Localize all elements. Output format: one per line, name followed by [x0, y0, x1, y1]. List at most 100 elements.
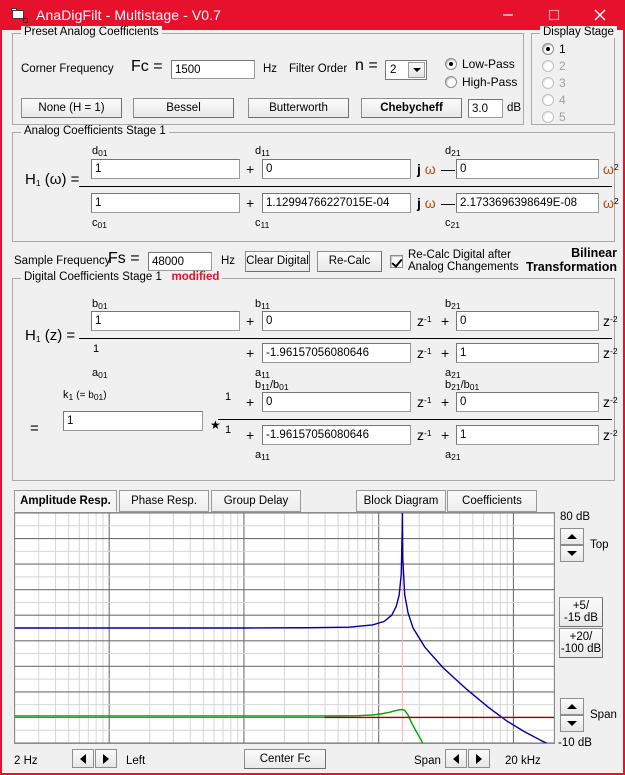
- recalc-button[interactable]: Re-Calc: [317, 251, 382, 272]
- display-stage-option-2-label: 2: [559, 59, 566, 73]
- digital-norm-num-z2: z-2: [603, 394, 618, 410]
- digital-b21-input[interactable]: 0: [456, 311, 599, 331]
- digital-a01-label: a01: [92, 367, 108, 380]
- radio-dot-icon: [542, 94, 554, 106]
- digital-norm-den-z2: z-2: [603, 427, 618, 443]
- analog-c21-input[interactable]: 2.1733696398649E-08: [456, 193, 599, 213]
- span-increase-button[interactable]: [468, 749, 490, 768]
- clear-digital-button[interactable]: Clear Digital: [245, 251, 310, 272]
- preset-butterworth-button[interactable]: Butterworth: [248, 98, 349, 118]
- digital-norm-num-plus-1: +: [246, 394, 255, 410]
- digital-b11-input[interactable]: 0: [262, 311, 411, 331]
- digital-group-label: Digital Coefficients Stage 1 modified: [21, 271, 223, 283]
- digital-norm-fraction-bar: [218, 419, 612, 420]
- zoom-preset-5-15-button[interactable]: +5/-15 dB: [559, 597, 603, 627]
- digital-multiply-sign: ★: [210, 418, 221, 432]
- left-scroll-forward-button[interactable]: [95, 749, 117, 768]
- digital-norm-num-one: 1: [225, 391, 232, 403]
- digital-a11-input[interactable]: -1.96157056080646: [262, 343, 411, 363]
- top-spinner[interactable]: [560, 528, 584, 562]
- radio-dot-icon: [542, 111, 554, 123]
- digital-norm-a21-input[interactable]: 1: [456, 425, 599, 445]
- tab-phase-resp[interactable]: Phase Resp.: [119, 490, 209, 512]
- preset-bessel-button[interactable]: Bessel: [133, 98, 234, 118]
- recalc-after-changes-checkbox[interactable]: [390, 255, 403, 268]
- digital-norm-num-z1: z-1: [417, 394, 432, 410]
- display-stage-label: Display Stage: [540, 26, 617, 38]
- analog-d21-input[interactable]: 0: [456, 159, 599, 179]
- digital-b01-input[interactable]: 1: [91, 311, 240, 331]
- analog-d01-input[interactable]: 1: [91, 159, 240, 179]
- analog-d01-label: d01: [92, 145, 108, 158]
- analog-coefficients-group: Analog Coefficients Stage 1 H1 (ω) = d01…: [12, 125, 619, 242]
- digital-norm-a21-label: a21: [445, 449, 461, 462]
- tab-block-diagram[interactable]: Block Diagram: [356, 490, 446, 512]
- center-fc-button[interactable]: Center Fc: [244, 749, 326, 769]
- tab-amplitude-resp[interactable]: Amplitude Resp.: [14, 490, 117, 512]
- display-stage-option-1[interactable]: 1: [542, 42, 566, 56]
- radio-dot-icon: [542, 77, 554, 89]
- analog-den-plus-op: +: [246, 195, 255, 211]
- recalc-checkbox-label-line1: Re-Calc Digital after: [408, 249, 511, 261]
- top-spinner-up[interactable]: [560, 528, 584, 545]
- amplitude-response-plot[interactable]: [14, 512, 555, 744]
- digital-modified-badge: modified: [171, 271, 220, 283]
- span-spinner[interactable]: [560, 698, 584, 732]
- digital-transfer-function-label: H1 (z) =: [25, 327, 76, 344]
- radio-high-pass[interactable]: High-Pass: [445, 75, 517, 89]
- tab-group-delay[interactable]: Group Delay: [211, 490, 301, 512]
- digital-k1-input[interactable]: 1: [63, 411, 203, 431]
- analog-c11-input[interactable]: 1.12994766227015E-04: [262, 193, 411, 213]
- analog-d21-label: d21: [445, 145, 461, 158]
- digital-num-plus-1: +: [246, 313, 255, 329]
- digital-den-z1: z-1: [417, 345, 432, 361]
- left-scroll-back-button[interactable]: [72, 749, 94, 768]
- digital-norm-a11-input[interactable]: -1.96157056080646: [262, 425, 411, 445]
- analog-num-minus-op: —: [441, 161, 455, 177]
- filter-order-label: Filter Order: [289, 63, 348, 75]
- digital-coefficients-group: Digital Coefficients Stage 1 modified H1…: [12, 271, 618, 481]
- digital-a21-input[interactable]: 1: [456, 343, 599, 363]
- analog-c01-input[interactable]: 1: [91, 193, 240, 213]
- radio-low-pass-label: Low-Pass: [462, 57, 515, 71]
- digital-num-z1: z-1: [417, 313, 432, 329]
- digital-norm-den-plus-2: +: [441, 427, 450, 443]
- fc-input[interactable]: 1500: [171, 60, 255, 79]
- plot-top-value: 80 dB: [560, 511, 591, 523]
- analog-c11-label: c11: [255, 217, 270, 230]
- digital-norm-a11-label: a11: [255, 449, 270, 462]
- analog-d11-label: d11: [255, 145, 270, 158]
- fc-symbol: Fc =: [131, 58, 163, 75]
- sample-frequency-label: Sample Frequency: [14, 255, 111, 267]
- digital-norm-b11b01-input[interactable]: 0: [262, 392, 411, 412]
- digital-num-z2: z-2: [603, 313, 618, 329]
- preset-chebycheff-button[interactable]: Chebycheff: [361, 98, 462, 118]
- tab-coefficients[interactable]: Coefficients: [447, 490, 537, 512]
- plot-bottom-value: -10 dB: [558, 737, 592, 749]
- minimize-button[interactable]: [485, 0, 531, 30]
- status-span-label: Span: [414, 755, 441, 767]
- ripple-db-input[interactable]: 3.0: [468, 99, 503, 118]
- fs-unit-label: Hz: [221, 255, 236, 267]
- digital-b21-over-b01-label: b21/b01: [445, 379, 480, 392]
- digital-norm-b21b01-input[interactable]: 0: [456, 392, 599, 412]
- filter-order-value: 2: [390, 64, 397, 76]
- display-stage-option-3: 3: [542, 76, 566, 90]
- plot-top-label: Top: [590, 539, 609, 551]
- filter-order-select[interactable]: 2: [385, 60, 427, 80]
- digital-b01-label: b01: [92, 298, 108, 311]
- chevron-down-icon[interactable]: [408, 62, 425, 78]
- top-spinner-down[interactable]: [560, 545, 584, 562]
- fs-input[interactable]: 48000: [148, 252, 212, 271]
- n-symbol: n =: [355, 57, 378, 74]
- preset-none-button[interactable]: None (H = 1): [21, 98, 122, 118]
- zoom-preset-20-100-button[interactable]: +20/-100 dB: [559, 628, 603, 658]
- span-spinner-up[interactable]: [560, 698, 584, 715]
- span-spinner-down[interactable]: [560, 715, 584, 732]
- analog-d11-input[interactable]: 0: [262, 159, 411, 179]
- digital-b21-label: b21: [445, 298, 461, 311]
- radio-low-pass[interactable]: Low-Pass: [445, 57, 515, 71]
- span-decrease-button[interactable]: [445, 749, 467, 768]
- display-stage-option-4: 4: [542, 93, 566, 107]
- digital-norm-den-one: 1: [225, 424, 232, 436]
